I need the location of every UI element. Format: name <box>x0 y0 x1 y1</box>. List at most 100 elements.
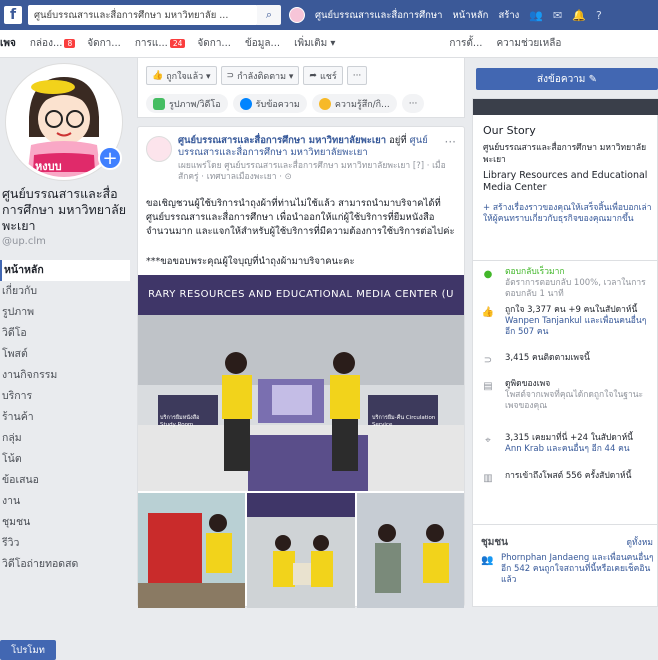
promote-button[interactable]: โปรโมท <box>0 640 56 660</box>
sidebar-item-shop[interactable]: ร้านค้า <box>0 407 130 428</box>
tab-help[interactable]: ความช่วยเหลือ <box>496 36 561 51</box>
sidebar-item-videos[interactable]: วิดีโอ <box>0 323 130 344</box>
inbox-badge: 8 <box>64 39 76 48</box>
liked-label: ถูกใจแล้ว ▾ <box>166 71 211 82</box>
right-column: ส่งข้อความ ✎ Our Story ศูนย์บรรณสารและสื… <box>472 58 658 607</box>
post-at-label: อยู่ที่ <box>389 135 407 146</box>
photo-video-label: รูปภาพ/วิดีโอ <box>169 99 221 110</box>
page-action-bar: 👍 ถูกใจแล้ว ▾ ⊃ กำลังติดตาม ▾ ➦ แชร์ ··· รู… <box>137 58 465 118</box>
sidebar-item-services[interactable]: บริการ <box>0 386 130 407</box>
create-story-link[interactable]: + สร้างเรื่องราวของคุณให้เสร็จสิ้นเพื่อบ… <box>483 203 658 225</box>
sidebar-item-community[interactable]: ชุมชน <box>0 512 130 533</box>
liked-button[interactable]: 👍 ถูกใจแล้ว ▾ <box>146 66 217 85</box>
home-link[interactable]: หน้าหลัก <box>453 8 489 23</box>
people-icon: 👥 <box>481 555 494 566</box>
sidebar-item-about[interactable]: เกี่ยวกับ <box>0 281 130 302</box>
sidebar-item-reviews[interactable]: รีวิว <box>0 533 130 554</box>
page-profile-link[interactable]: ศูนย์บรรณสารและสื่อการศึกษา <box>315 8 443 23</box>
follows-text: 3,415 คนติดตามเพจนี้ <box>505 353 590 363</box>
donation-photo-image <box>356 493 464 608</box>
top-navigation-bar: f ศูนย์บรรณสารและสื่อการศึกษา มหาวิทยาลั… <box>0 0 658 30</box>
page-about-title[interactable]: ดูพิดของเพจ <box>505 379 655 390</box>
tab-more[interactable]: เพิ่มเติม ▾ <box>294 36 335 51</box>
see-all-link[interactable]: ดูทั้งหม <box>627 535 653 549</box>
thumbnail-photo[interactable] <box>138 493 246 608</box>
tab-publishing[interactable]: จัดกา... <box>197 36 231 51</box>
tab-insights[interactable]: ข้อมูล... <box>245 36 280 51</box>
post-reach-text: การเข้าถึงโพสต์ 556 ครั้งสัปดาห์นี้ <box>505 471 632 481</box>
more-options-button[interactable]: ··· <box>346 66 368 85</box>
search-input[interactable]: ศูนย์บรรณสารและสื่อการศึกษา มหาวิทยาลัย … <box>28 5 258 25</box>
tab-settings[interactable]: การตั้... <box>449 36 482 51</box>
checkin-icon: ⌖ <box>485 435 491 446</box>
thumbnail-photo[interactable] <box>247 493 355 608</box>
page-management-bar: เพจ กล่อง... 8 จัดกา... การแ... 24 จัดกา… <box>0 30 658 58</box>
notifications-badge: 24 <box>169 39 186 48</box>
sidebar-item-jobs[interactable]: งาน <box>0 491 130 512</box>
messenger-icon[interactable]: ✉ <box>553 9 562 22</box>
logo-text: หงบบ <box>35 160 62 173</box>
avatar[interactable] <box>289 7 305 23</box>
get-messages-button[interactable]: รับข้อความ <box>232 94 307 113</box>
story-english-name: Library Resources and Educational Media … <box>483 170 648 193</box>
sidebar-item-groups[interactable]: กลุ่ม <box>0 428 130 449</box>
feeling-activity-button[interactable]: ความรู้สึก/กิ... <box>311 94 397 113</box>
community-title: ชุมชน <box>481 537 509 548</box>
post-author-avatar[interactable] <box>146 136 172 162</box>
tab-manage-jobs[interactable]: จัดกา... <box>87 36 121 51</box>
send-message-button[interactable]: ส่งข้อความ ✎ <box>476 68 658 90</box>
photo-banner-text: RARY RESOURCES AND EDUCATIONAL MEDIA CEN… <box>148 289 454 300</box>
search-icon[interactable]: ⌕ <box>257 5 281 25</box>
photo-video-button[interactable]: รูปภาพ/วิดีโอ <box>146 94 228 113</box>
post-thanks-text: ***ขอขอบพระคุณผู้ใจบุญที่นำถุงผ้ามาบริจา… <box>146 256 355 267</box>
rss-icon: ⊃ <box>226 70 235 81</box>
likes-friends[interactable]: Wanpen Tanjankul และเพื่อนคนอื่นๆ อีก 50… <box>505 316 655 338</box>
desk-left-sign: บริการยืมหนังสือ Study Room <box>160 415 200 428</box>
post-options-icon[interactable]: ··· <box>445 135 456 149</box>
sidebar-item-posts[interactable]: โพสต์ <box>0 344 130 365</box>
likes-friends-text: Wanpen Tanjankul และเพื่อนคนอื่นๆ อีก 50… <box>505 316 647 337</box>
tab-page[interactable]: เพจ <box>0 36 16 51</box>
page-about-text: โพสต์จากเพจที่คุณได้กดถูกใจในฐานะเพจของค… <box>505 390 644 411</box>
create-link[interactable]: สร้าง <box>498 8 519 23</box>
page-handle[interactable]: @up.clm <box>2 236 46 247</box>
library-photo-image <box>138 275 464 491</box>
tab-inbox[interactable]: กล่อง... <box>30 36 63 51</box>
notifications-icon[interactable]: 🔔 <box>572 9 586 22</box>
post-card: ศูนย์บรรณสารและสื่อการศึกษา มหาวิทยาลัยพ… <box>137 126 465 608</box>
tab-notifications[interactable]: การแ... <box>135 36 168 51</box>
page-nav-menu: หน้าหลัก เกี่ยวกับ รูปภาพ วิดีโอ โพสต์ ง… <box>0 260 130 575</box>
page-title: ศูนย์บรรณสารและสื่อการศึกษา มหาวิทยาลัยพ… <box>2 186 127 233</box>
share-button[interactable]: ➦ แชร์ <box>303 66 343 85</box>
composer-more-button[interactable]: ··· <box>401 94 425 113</box>
sidebar-item-offers[interactable]: ข้อเสนอ <box>0 470 130 491</box>
sidebar-item-notes[interactable]: โน้ต <box>0 449 130 470</box>
sidebar-item-photos[interactable]: รูปภาพ <box>0 302 130 323</box>
thumbnail-photo-more[interactable]: +3 <box>356 493 464 608</box>
checkins-text: 3,315 เคยมาที่นี่ +24 ในสัปดาห์นี้ <box>505 433 633 443</box>
help-icon[interactable]: ? <box>596 9 602 22</box>
messenger-icon <box>239 97 252 110</box>
follow-icon: ⊃ <box>483 355 493 366</box>
facebook-logo-icon[interactable]: f <box>4 6 22 24</box>
share-icon: ➦ <box>309 70 317 81</box>
story-thai-name: ศูนย์บรรณสารและสื่อการศึกษา มหาวิทยาลัยพ… <box>483 143 647 165</box>
following-button[interactable]: ⊃ กำลังติดตาม ▾ <box>220 66 300 85</box>
desk-right-sign: บริการยืม-คืน Circulation Service <box>372 415 436 428</box>
sidebar-item-home[interactable]: หน้าหลัก <box>0 260 130 281</box>
post-author-link[interactable]: ศูนย์บรรณสารและสื่อการศึกษา มหาวิทยาลัยพ… <box>178 135 386 146</box>
sidebar-item-events[interactable]: งานกิจกรรม <box>0 365 130 386</box>
feeling-label: ความรู้สึก/กิ... <box>334 99 390 110</box>
community-text[interactable]: Phornphan Jandaeng และเพื่อนคนอื่นๆ อีก … <box>501 553 657 586</box>
post-photo-thumbnails: +3 <box>138 493 464 608</box>
fast-reply-title: ตอบกลับเร็วมาก <box>505 267 565 277</box>
chart-icon: ▥ <box>483 473 493 484</box>
checkins-friends[interactable]: Ann Krab และคนอื่นๆ อีก 44 คน <box>505 444 655 455</box>
add-photo-button[interactable]: + <box>98 146 122 170</box>
post-main-photo[interactable]: RARY RESOURCES AND EDUCATIONAL MEDIA CEN… <box>138 275 464 491</box>
fast-reply-text: อัตราการตอบกลับ 100%, เวลาในการตอบกลับ 1… <box>505 278 646 299</box>
share-label: แชร์ <box>319 71 337 82</box>
main-column: 👍 ถูกใจแล้ว ▾ ⊃ กำลังติดตาม ▾ ➦ แชร์ ··· รู… <box>137 58 465 608</box>
sidebar-item-live-videos[interactable]: วิดีโอถ่ายทอดสด <box>0 554 130 575</box>
friends-icon[interactable]: 👥 <box>529 9 543 22</box>
